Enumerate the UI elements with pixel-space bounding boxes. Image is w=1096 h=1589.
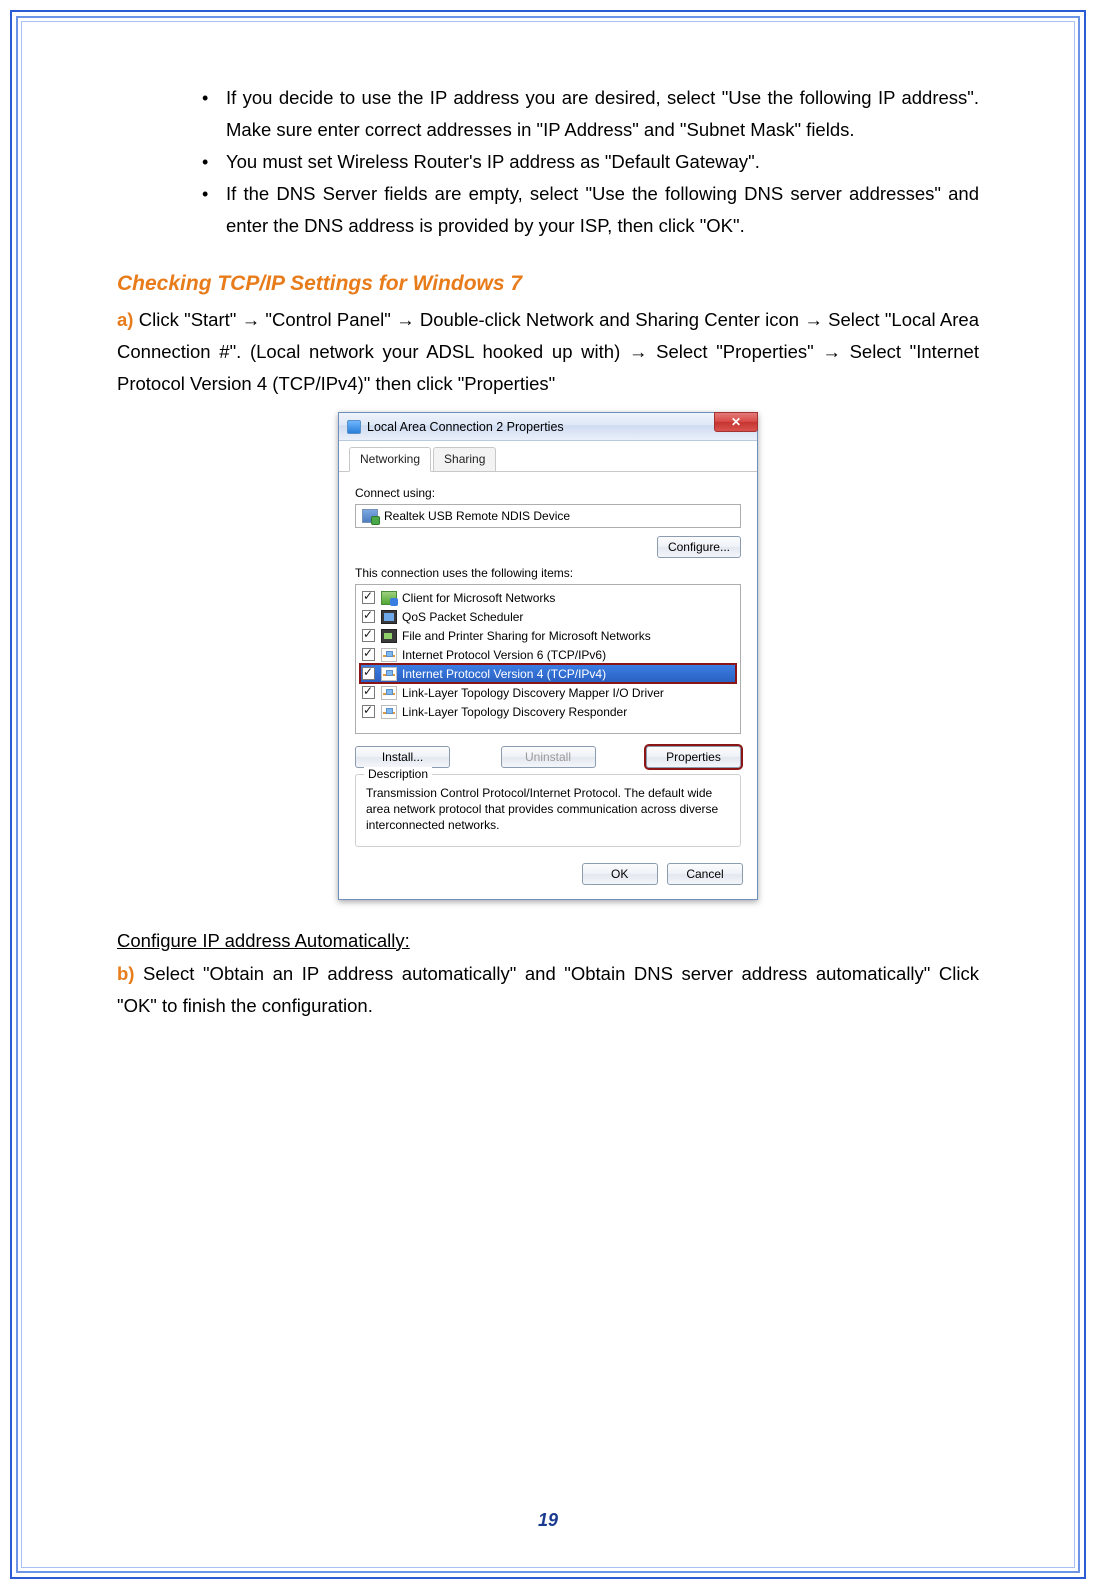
bullet-marker: •: [202, 82, 226, 146]
protocol-icon: [381, 591, 397, 605]
protocol-icon: [381, 629, 397, 643]
bullet-list: • If you decide to use the IP address yo…: [202, 82, 979, 242]
connect-using-label: Connect using:: [355, 486, 741, 500]
step-b-text: Select "Obtain an IP address automatical…: [117, 963, 979, 1016]
list-item-label: Internet Protocol Version 6 (TCP/IPv6): [402, 648, 606, 662]
protocol-icon: [381, 686, 397, 700]
checkbox[interactable]: [362, 629, 375, 642]
list-item[interactable]: File and Printer Sharing for Microsoft N…: [360, 626, 736, 645]
configure-button[interactable]: Configure...: [657, 536, 741, 558]
adapter-name: Realtek USB Remote NDIS Device: [384, 509, 570, 523]
step-a-text: Click "Start" → "Control Panel" → Double…: [117, 309, 979, 394]
step-b-paragraph: b) Select "Obtain an IP address automati…: [117, 958, 979, 1022]
items-listbox[interactable]: Client for Microsoft Networks QoS Packet …: [355, 584, 741, 734]
checkbox[interactable]: [362, 686, 375, 699]
titlebar[interactable]: Local Area Connection 2 Properties ✕: [339, 413, 757, 441]
window-title: Local Area Connection 2 Properties: [367, 420, 564, 434]
step-a-paragraph: a) Click "Start" → "Control Panel" → Dou…: [117, 304, 979, 400]
list-item-label: Link-Layer Topology Discovery Mapper I/O…: [402, 686, 664, 700]
bullet-text: If you decide to use the IP address you …: [226, 82, 979, 146]
list-item[interactable]: Internet Protocol Version 6 (TCP/IPv6): [360, 645, 736, 664]
page-content: • If you decide to use the IP address yo…: [117, 82, 979, 1497]
list-item[interactable]: Internet Protocol Version 4 (TCP/IPv4): [360, 664, 736, 683]
properties-dialog: Local Area Connection 2 Properties ✕ Net…: [338, 412, 758, 900]
tab-strip: Networking Sharing: [339, 441, 757, 472]
dialog-screenshot: Local Area Connection 2 Properties ✕ Net…: [117, 412, 979, 900]
network-adapter-icon: [362, 509, 378, 523]
checkbox[interactable]: [362, 591, 375, 604]
section-heading: Checking TCP/IP Settings for Windows 7: [117, 272, 979, 296]
list-item-label: Link-Layer Topology Discovery Responder: [402, 705, 627, 719]
bullet-item: • If you decide to use the IP address yo…: [202, 82, 979, 146]
protocol-icon: [381, 667, 397, 681]
list-item-label: QoS Packet Scheduler: [402, 610, 523, 624]
list-item[interactable]: Client for Microsoft Networks: [360, 588, 736, 607]
uninstall-button[interactable]: Uninstall: [501, 746, 596, 768]
list-item[interactable]: Link-Layer Topology Discovery Responder: [360, 702, 736, 721]
configure-auto-heading: Configure IP address Automatically:: [117, 930, 979, 952]
list-item-label: File and Printer Sharing for Microsoft N…: [402, 629, 651, 643]
cancel-button[interactable]: Cancel: [667, 863, 743, 885]
description-legend: Description: [364, 767, 432, 781]
close-button[interactable]: ✕: [714, 412, 758, 432]
adapter-field[interactable]: Realtek USB Remote NDIS Device: [355, 504, 741, 528]
close-icon: ✕: [731, 415, 741, 429]
step-b-label: b): [117, 963, 134, 984]
bullet-item: • If the DNS Server fields are empty, se…: [202, 178, 979, 242]
bullet-text: If the DNS Server fields are empty, sele…: [226, 178, 979, 242]
list-item-label: Client for Microsoft Networks: [402, 591, 555, 605]
items-label: This connection uses the following items…: [355, 566, 741, 580]
checkbox[interactable]: [362, 667, 375, 680]
checkbox[interactable]: [362, 648, 375, 661]
ok-button[interactable]: OK: [582, 863, 658, 885]
description-group: Description Transmission Control Protoco…: [355, 774, 741, 847]
install-button[interactable]: Install...: [355, 746, 450, 768]
bullet-item: • You must set Wireless Router's IP addr…: [202, 146, 979, 178]
checkbox[interactable]: [362, 705, 375, 718]
tab-sharing[interactable]: Sharing: [433, 447, 496, 472]
protocol-icon: [381, 610, 397, 624]
properties-button[interactable]: Properties: [646, 746, 741, 768]
checkbox[interactable]: [362, 610, 375, 623]
bullet-marker: •: [202, 178, 226, 242]
bullet-text: You must set Wireless Router's IP addres…: [226, 146, 979, 178]
description-text: Transmission Control Protocol/Internet P…: [366, 785, 730, 834]
tab-networking[interactable]: Networking: [349, 447, 431, 472]
page-number: 19: [22, 1510, 1074, 1531]
protocol-icon: [381, 705, 397, 719]
window-icon: [347, 420, 361, 434]
list-item[interactable]: Link-Layer Topology Discovery Mapper I/O…: [360, 683, 736, 702]
list-item[interactable]: QoS Packet Scheduler: [360, 607, 736, 626]
bullet-marker: •: [202, 146, 226, 178]
step-a-label: a): [117, 309, 133, 330]
list-item-label: Internet Protocol Version 4 (TCP/IPv4): [402, 667, 606, 681]
protocol-icon: [381, 648, 397, 662]
